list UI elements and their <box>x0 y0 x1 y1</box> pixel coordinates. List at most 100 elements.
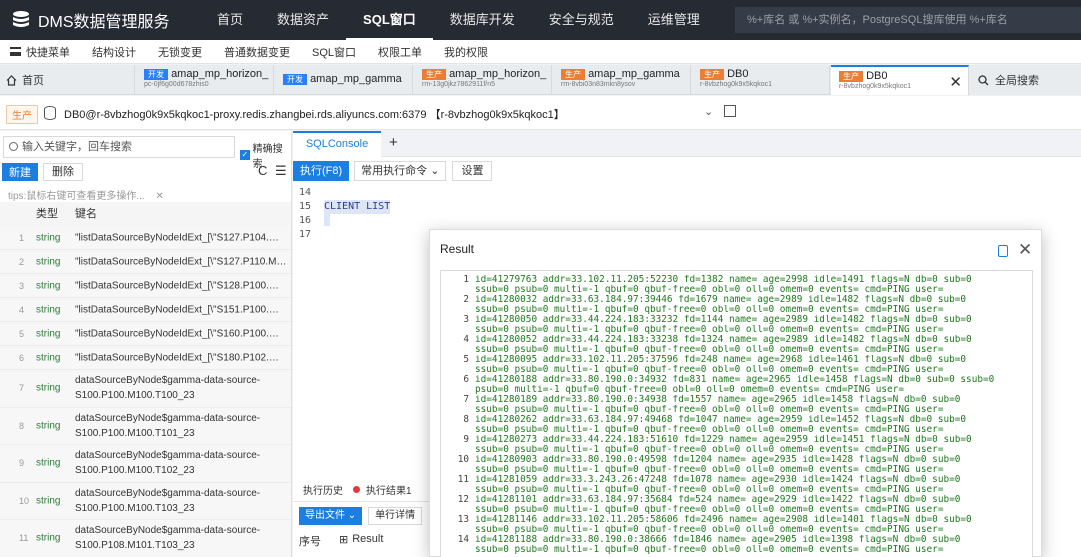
row-number: 8 <box>19 420 25 431</box>
row-key: dataSourceByNode$gamma-data-source-S100.… <box>75 450 261 477</box>
row-number: 7 <box>19 383 25 394</box>
menu-my-permission[interactable]: 我的权限 <box>444 44 488 60</box>
global-search-button[interactable]: 全局搜索 <box>970 65 1081 95</box>
result-line: ssub=0 psub=0 multi=-1 qbuf=0 qbuf-free=… <box>475 505 944 515</box>
key-browser-panel: 输入关键字，回车搜索 ✓ 精确搜索 新建 删除 C ☰ tips:鼠标右键可查看更… <box>0 131 292 557</box>
quick-menu-bar: 快捷菜单 结构设计 无锁变更 普通数据变更 SQL窗口 权限工单 我的权限 <box>0 40 1081 64</box>
tab-sub: r-8vbzhog0k9x5kqkoc1 <box>700 81 772 88</box>
result-entry: 2 id=41280032 addr=33.63.184.97:39446 fd=… <box>441 295 1032 315</box>
topnav-ops[interactable]: 运维管理 <box>631 0 717 40</box>
table-row[interactable]: 8 string dataSourceByNode$gamma-data-sourc… <box>0 407 291 445</box>
menu-sql-window[interactable]: SQL窗口 <box>312 44 356 60</box>
line-number: 15 <box>298 201 311 212</box>
result-text-area[interactable]: 1 id=41279763 addr=33.102.11.205:52230 fd… <box>440 270 1033 557</box>
common-commands-dropdown[interactable]: 常用执行命令 ⌄ <box>354 161 447 181</box>
row-key: "listDataSourceByNodeIdExt_[\"S127.P104.… <box>75 232 287 243</box>
row-key: "listDataSourceByNodeIdExt_[\"S180.P102.… <box>75 352 287 363</box>
table-row[interactable]: 11 string dataSourceByNode$gamma-data-sour… <box>0 520 291 557</box>
table-row[interactable]: 7 string dataSourceByNode$gamma-data-sourc… <box>0 370 291 408</box>
new-key-button[interactable]: 新建 <box>2 163 38 181</box>
key-table-header: 类型 键名 <box>0 202 291 226</box>
row-number: 3 <box>19 280 25 291</box>
refresh-icon[interactable]: C <box>258 163 267 178</box>
result-entry: 7 id=41280189 addr=33.80.190.0:34938 fd=1… <box>441 395 1032 415</box>
row-type: string <box>36 420 61 432</box>
menu-icon <box>10 47 21 56</box>
result-line: ssub=0 psub=0 multi=-1 qbuf=0 qbuf-free=… <box>475 365 944 375</box>
line-number: 9 <box>463 434 469 445</box>
table-row[interactable]: 4 string "listDataSourceByNodeIdExt_[\"S15… <box>0 298 291 322</box>
tab-sqlconsole[interactable]: SQLConsole <box>293 131 381 157</box>
line-number: 4 <box>463 334 469 345</box>
result-line: ssub=0 psub=0 multi=-1 qbuf=0 qbuf-free=… <box>475 345 944 355</box>
row-detail-button[interactable]: 单行详情 <box>368 507 423 525</box>
result-modal: Result ✕ 1 id=41279763 addr=33.102.11.205… <box>429 229 1042 557</box>
chevron-down-icon: ⌄ <box>347 510 357 521</box>
export-label: 导出文件 <box>305 510 345 521</box>
tab-result-1[interactable]: 执行结果1 <box>366 482 412 497</box>
table-row[interactable]: 2 string "listDataSourceByNodeIdExt_[\"S12… <box>0 250 291 274</box>
result-entry: 11 id=41281059 addr=33.3.243.26:47248 fd=… <box>441 475 1032 495</box>
result-tabs: 执行历史 执行结果1 <box>293 478 429 502</box>
table-row[interactable]: 3 string "listDataSourceByNodeIdExt_[\"S12… <box>0 274 291 298</box>
tab-name: amap_mp_horizon_ <box>449 68 547 80</box>
tab-instance[interactable]: 生产 DB0 r-8vbzhog0k9x5kqkoc1 <box>692 65 830 95</box>
app-brand[interactable]: DMS数据管理服务 <box>0 8 200 32</box>
chevron-down-icon[interactable]: ⌄ <box>704 105 713 118</box>
table-row[interactable]: 9 string dataSourceByNode$gamma-data-sourc… <box>0 445 291 483</box>
delete-key-button[interactable]: 删除 <box>43 163 83 181</box>
topnav-home[interactable]: 首页 <box>200 0 260 40</box>
copy-icon[interactable] <box>998 245 1008 257</box>
topnav-sql-window[interactable]: SQL窗口 <box>346 0 433 40</box>
menu-permission-ticket[interactable]: 权限工单 <box>378 44 422 60</box>
tips-close-icon[interactable]: ✕ <box>155 191 163 202</box>
result-line: ssub=0 psub=0 multi=-1 qbuf=0 qbuf-free=… <box>475 445 944 455</box>
result-entry: 3 id=41280050 addr=33.44.224.183:33232 fd… <box>441 315 1032 335</box>
table-row[interactable]: 10 string dataSourceByNode$gamma-data-sour… <box>0 482 291 520</box>
line-number: 11 <box>457 474 469 485</box>
topnav-data-assets[interactable]: 数据资产 <box>260 0 346 40</box>
menu-structure-design[interactable]: 结构设计 <box>92 44 136 60</box>
table-row[interactable]: 1 string "listDataSourceByNodeIdExt_[\"S12… <box>0 226 291 250</box>
tab-history[interactable]: 执行历史 <box>303 482 343 497</box>
result-line: id=41280188 addr=33.80.190.0:34932 fd=83… <box>475 375 995 385</box>
result-line: id=41281146 addr=33.102.11.205:58606 fd=… <box>475 515 972 525</box>
global-db-search-input[interactable]: %+库名 或 %+实例名，PostgreSQL搜库使用 %+库名 <box>735 7 1081 33</box>
add-tab-icon[interactable]: + <box>389 134 398 151</box>
result-line: ssub=0 psub=0 multi=-1 qbuf=0 qbuf-free=… <box>475 425 944 435</box>
execute-button[interactable]: 执行(F8) <box>293 161 350 181</box>
result-entry: 14 id=41281188 addr=33.80.190.0:38666 fd=… <box>441 535 1032 555</box>
tab-home[interactable]: 首页 <box>0 65 135 95</box>
tab-instance[interactable]: 开发 amap_mp_gamma <box>275 65 413 95</box>
row-key: dataSourceByNode$gamma-data-source-S100.… <box>75 525 261 552</box>
export-file-button[interactable]: 导出文件 ⌄ <box>299 507 363 525</box>
result-line: ssub=0 psub=0 multi=-1 qbuf=0 qbuf-free=… <box>475 285 944 295</box>
env-tag: 生产 <box>700 68 724 80</box>
tab-close-icon[interactable]: ✕ <box>949 73 962 91</box>
tab-instance[interactable]: 生产 amap_mp_gamma rm-8vbi03n83mkn8ysov <box>553 65 691 95</box>
modal-title: Result <box>440 242 475 256</box>
tab-name: amap_mp_gamma <box>588 68 680 80</box>
tab-instance[interactable]: 生产 amap_mp_horizon_ rm-13g0jkz7862911f/n… <box>414 65 552 95</box>
close-icon[interactable]: ✕ <box>1018 240 1032 260</box>
topnav-security[interactable]: 安全与规范 <box>532 0 631 40</box>
col-type: 类型 <box>36 208 58 220</box>
menu-quick[interactable]: 快捷菜单 <box>10 44 70 60</box>
line-number: 1 <box>463 274 469 285</box>
menu-data-change[interactable]: 普通数据变更 <box>224 44 290 60</box>
menu-lockless-change[interactable]: 无锁变更 <box>158 44 202 60</box>
table-icon: ⊞ <box>339 534 349 546</box>
settings-button[interactable]: 设置 <box>452 161 493 181</box>
topnav-db-dev[interactable]: 数据库开发 <box>433 0 532 40</box>
env-tag: 开发 <box>144 68 168 80</box>
copy-icon[interactable] <box>724 105 736 117</box>
table-row[interactable]: 6 string "listDataSourceByNodeIdExt_[\"S18… <box>0 346 291 370</box>
row-type: string <box>36 495 61 507</box>
table-row[interactable]: 5 string "listDataSourceByNodeIdExt_[\"S16… <box>0 322 291 346</box>
key-search-input[interactable]: 输入关键字，回车搜索 <box>3 136 235 158</box>
tab-instance[interactable]: 开发 amap_mp_horizon_ pc-0jf6g00d678zhis0 <box>136 65 274 95</box>
tab-instance-active[interactable]: 生产 DB0 r-8vbzhog0k9x5kqkoc1 ✕ <box>831 65 969 95</box>
more-icon[interactable]: ☰ <box>275 163 287 178</box>
row-type: string <box>36 352 61 363</box>
connection-select[interactable]: DB0@r-8vbzhog0k9x5kqkoc1-proxy.redis.zha… <box>64 106 565 122</box>
